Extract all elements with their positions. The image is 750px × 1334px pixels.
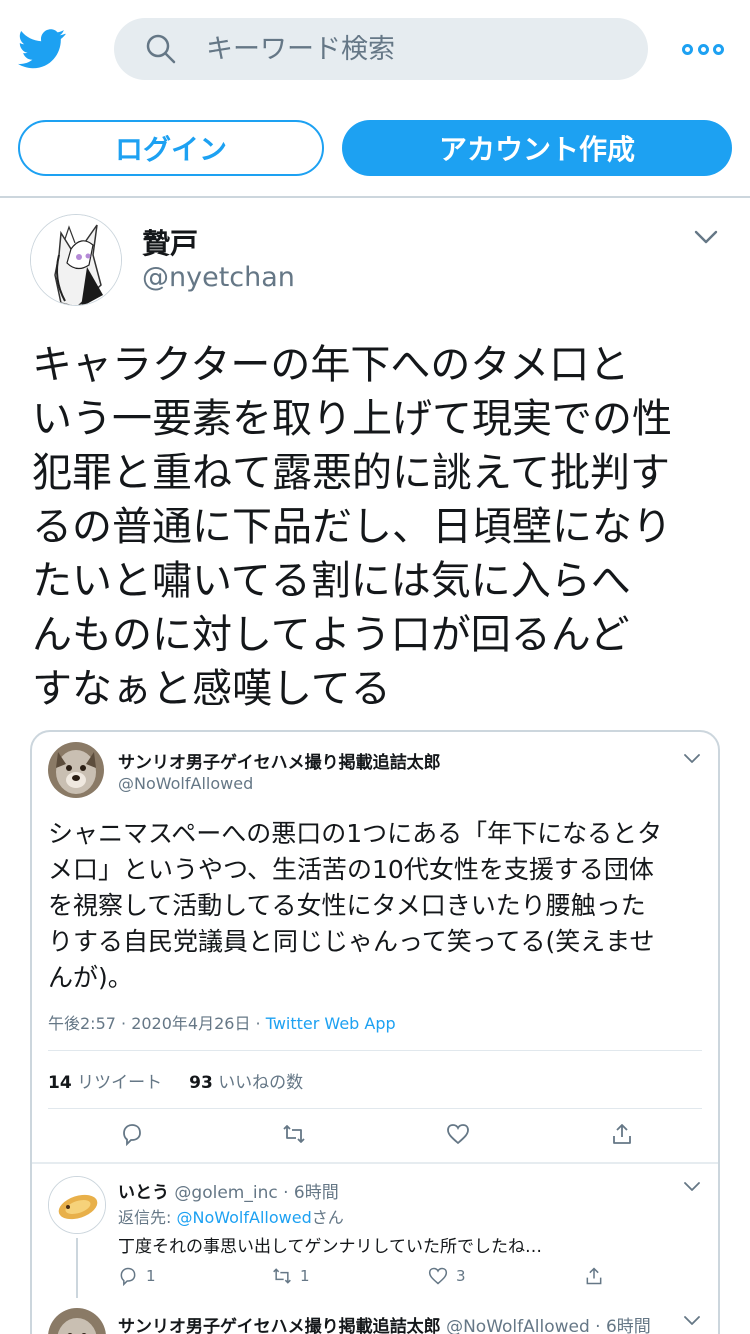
reply-author-name[interactable]: サンリオ男子ゲイセハメ撮り掲載追詰太郎 — [118, 1317, 441, 1334]
search-bar[interactable] — [114, 18, 648, 80]
chevron-down-icon[interactable] — [684, 754, 700, 764]
share-icon[interactable] — [610, 1122, 634, 1146]
reply-button[interactable]: 1 — [118, 1266, 156, 1286]
like-button[interactable]: 3 — [428, 1266, 466, 1286]
reply-age: · 6時間 — [283, 1183, 339, 1203]
reply-icon[interactable] — [120, 1122, 144, 1146]
retweet-icon — [273, 1268, 291, 1284]
retweet-icon[interactable] — [282, 1122, 306, 1146]
login-button[interactable]: ログイン — [18, 120, 324, 176]
reply-to-link[interactable]: @NoWolfAllowed — [177, 1208, 312, 1227]
retweet-count[interactable]: 14 — [48, 1073, 72, 1093]
more-options-icon[interactable] — [682, 38, 724, 60]
reply-avatar[interactable] — [48, 1176, 106, 1234]
reply-to-line: 返信先: @NoWolfAllowedさん — [118, 1208, 344, 1227]
share-button[interactable] — [584, 1266, 604, 1286]
chevron-down-icon[interactable] — [694, 230, 718, 244]
reply-author-name[interactable]: いとう — [118, 1183, 169, 1203]
tweet-author-name[interactable]: 贄戸 — [142, 222, 198, 262]
timestamp-text[interactable]: 午後2:57 · 2020年4月26日 · — [48, 1014, 261, 1033]
header-divider — [0, 196, 750, 198]
like-icon[interactable] — [446, 1122, 470, 1146]
source-link[interactable]: Twitter Web App — [266, 1014, 396, 1033]
like-icon — [428, 1267, 448, 1285]
tweet-actions — [32, 1122, 718, 1152]
engagement-stats: 14 リツイート 93 いいねの数 — [48, 1068, 303, 1093]
reply-avatar[interactable] — [48, 1308, 106, 1334]
reply-header: いとう @golem_inc · 6時間 — [118, 1178, 339, 1203]
quoted-avatar[interactable] — [48, 742, 104, 798]
avatar[interactable] — [30, 214, 122, 306]
reply-age: · 6時間 — [595, 1317, 651, 1334]
reply-header: サンリオ男子ゲイセハメ撮り掲載追詰太郎 @NoWolfAllowed · 6時間 — [118, 1312, 651, 1334]
like-label[interactable]: いいねの数 — [218, 1073, 303, 1093]
reply-icon — [120, 1267, 136, 1286]
reply-text: 丁度それの事思い出してゲンナリしていた所でしたね… — [118, 1237, 542, 1257]
signup-button[interactable]: アカウント作成 — [342, 120, 732, 176]
like-count[interactable]: 93 — [189, 1073, 213, 1093]
retweet-label[interactable]: リツイート — [77, 1073, 162, 1093]
reply-author-handle[interactable]: @golem_inc — [174, 1183, 277, 1203]
top-bar — [0, 0, 750, 104]
quoted-author-handle[interactable]: @NoWolfAllowed — [118, 774, 253, 793]
chevron-down-icon[interactable] — [684, 1316, 700, 1326]
divider — [32, 1162, 718, 1164]
retweet-button[interactable]: 1 — [272, 1266, 310, 1286]
search-input[interactable] — [206, 18, 626, 80]
quoted-tweet-card[interactable]: サンリオ男子ゲイセハメ撮り掲載追詰太郎 @NoWolfAllowed シャニマス… — [30, 730, 720, 1334]
twitter-logo-icon[interactable] — [18, 28, 66, 70]
reply-actions: 1 1 3 — [118, 1266, 678, 1290]
quoted-author-name[interactable]: サンリオ男子ゲイセハメ撮り掲載追詰太郎 — [118, 748, 441, 773]
tweet-text: キャラクターの年下へのタメ口と いう一要素を取り上げて現実での性 犯罪と重ねて露… — [32, 342, 672, 712]
chevron-down-icon[interactable] — [684, 1182, 700, 1192]
quoted-tweet-text: シャニマスペーへの悪口の1つにある「年下になるとタ メ口」というやつ、生活苦の1… — [48, 819, 663, 992]
divider — [48, 1108, 702, 1109]
tweet-timestamp: 午後2:57 · 2020年4月26日 · Twitter Web App — [48, 1010, 396, 1034]
reply-author-handle[interactable]: @NoWolfAllowed — [446, 1317, 590, 1334]
search-icon — [146, 34, 176, 64]
divider — [48, 1050, 702, 1051]
tweet-author-handle[interactable]: @nyetchan — [142, 262, 295, 293]
share-icon — [586, 1267, 602, 1285]
thread-line — [76, 1238, 78, 1298]
